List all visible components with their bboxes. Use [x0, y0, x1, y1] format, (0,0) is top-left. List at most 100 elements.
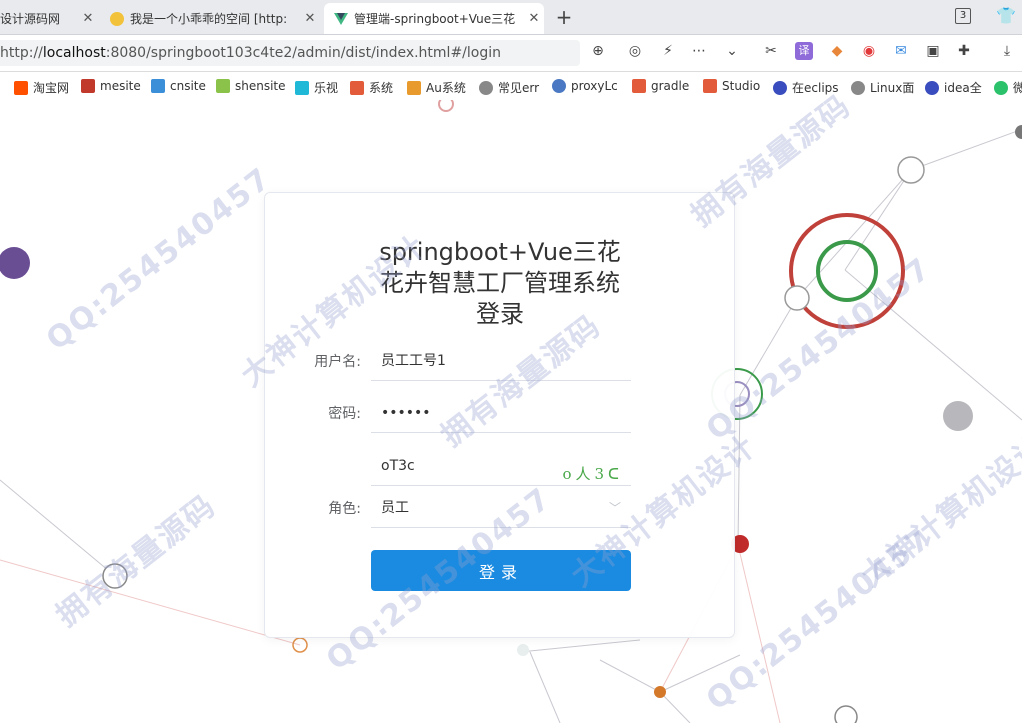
- bookmarks-bar: 淘宝网 mesite cnsite shensite 乐视 系统 Au系统 常见…: [0, 72, 1022, 101]
- node: [654, 686, 666, 698]
- node-ring-red: [789, 213, 905, 329]
- screenshot-icon[interactable]: ▣: [924, 42, 942, 60]
- bookmark-letv[interactable]: 乐视: [295, 79, 338, 96]
- bookmark-linux[interactable]: Linux面: [851, 79, 914, 96]
- zoom-icon[interactable]: ⊕: [589, 42, 607, 60]
- au-system-icon: [407, 80, 421, 95]
- tab-title: 设计源码网: [0, 12, 61, 26]
- bolt-icon[interactable]: ⚡: [659, 42, 677, 60]
- bookmark-idea[interactable]: idea全: [925, 79, 982, 96]
- bookmark-label: 系统: [369, 81, 394, 95]
- role-row: 角色: 员工 ﹀: [265, 488, 736, 528]
- more-icon[interactable]: ⋯: [690, 42, 708, 60]
- title-line: springboot+Vue三花: [379, 238, 621, 266]
- node: [897, 156, 925, 184]
- baidu-paw-icon: [925, 80, 939, 95]
- captcha-input[interactable]: oT3c o人3ᑕ: [371, 446, 631, 486]
- bookmark-label: gradle: [651, 79, 690, 93]
- title-line: 花卉智慧工厂管理系统: [380, 269, 620, 297]
- login-button[interactable]: 登录: [371, 550, 631, 591]
- bookmark-label: mesite: [100, 79, 141, 93]
- bookmark-label: 淘宝网: [33, 81, 70, 95]
- bookmark-label: idea全: [944, 81, 982, 95]
- shensite-icon: [216, 79, 230, 93]
- title-line: 登录: [476, 300, 524, 328]
- node: [517, 644, 529, 656]
- url-input[interactable]: http://localhost:8080/springboot103c4te2…: [0, 40, 580, 66]
- bookmark-shensite[interactable]: shensite: [216, 79, 286, 93]
- close-tab-icon[interactable]: ✕: [78, 11, 98, 26]
- node: [784, 285, 810, 311]
- mesite-icon: [81, 79, 95, 93]
- game-icon[interactable]: ◆: [828, 42, 846, 60]
- captcha-image-text: o人3ᑕ: [562, 465, 623, 483]
- bookmark-wechat[interactable]: 微: [994, 79, 1022, 96]
- bookmark-au-system[interactable]: Au系统: [407, 79, 466, 96]
- chevron-down-icon[interactable]: ⌄: [723, 42, 741, 60]
- weibo-icon[interactable]: ◉: [860, 42, 878, 60]
- node: [943, 401, 973, 431]
- url-path: :8080/springboot103c4te2/admin/dist/inde…: [105, 45, 501, 61]
- proxy-icon: [552, 79, 566, 93]
- role-select[interactable]: 员工 ﹀: [371, 488, 631, 528]
- bookmark-label: cnsite: [170, 79, 206, 93]
- tab-design-source[interactable]: 设计源码网 ✕: [0, 3, 98, 34]
- tab-title: 管理端-springboot+Vue三花: [354, 12, 516, 26]
- extension-icon[interactable]: ✚: [955, 42, 973, 60]
- bookmark-eclipse[interactable]: 在eclips: [773, 79, 839, 96]
- username-input[interactable]: 员工工号1: [371, 341, 631, 381]
- star-favicon-icon: [110, 11, 124, 26]
- globe-icon: [479, 80, 493, 95]
- password-row: 密码: ••••••: [265, 393, 736, 433]
- bookmark-label: Linux面: [870, 81, 915, 95]
- mail-icon[interactable]: ✉: [892, 42, 910, 60]
- page-content: springboot+Vue三花 花卉智慧工厂管理系统 登录 用户名: 员工工号…: [0, 100, 1022, 723]
- url-prefix: http://: [0, 45, 43, 61]
- login-card: springboot+Vue三花 花卉智慧工厂管理系统 登录 用户名: 员工工号…: [264, 192, 735, 638]
- tab-count-icon[interactable]: 3: [955, 8, 971, 24]
- taobao-icon: [14, 80, 28, 95]
- node: [438, 100, 454, 112]
- globe-icon: [851, 80, 865, 95]
- bookmark-proxy[interactable]: proxyLc: [552, 79, 618, 93]
- bookmark-common-errors[interactable]: 常见err: [479, 79, 539, 96]
- bookmark-cnsite[interactable]: cnsite: [151, 79, 206, 93]
- tab-qzone[interactable]: 我是一个小乖乖的空间 [http: ✕: [100, 3, 320, 34]
- username-row: 用户名: 员工工号1: [265, 341, 736, 381]
- bookmark-label: proxyLc: [571, 79, 618, 93]
- password-input[interactable]: ••••••: [371, 393, 631, 433]
- download-icon[interactable]: ⤓: [998, 42, 1016, 60]
- bookmark-system[interactable]: 系统: [350, 79, 393, 96]
- bookmark-taobao[interactable]: 淘宝网: [14, 79, 69, 96]
- translate-icon[interactable]: 译: [795, 42, 813, 60]
- role-value: 员工: [381, 500, 409, 516]
- compass-icon[interactable]: ◎: [626, 42, 644, 60]
- bookmark-label: shensite: [235, 79, 286, 93]
- bookmark-label: Au系统: [426, 81, 466, 95]
- wechat-icon: [994, 80, 1008, 95]
- captcha-value: oT3c: [381, 458, 415, 474]
- studio-icon: [703, 79, 717, 93]
- skin-icon[interactable]: 👕: [996, 6, 1016, 25]
- browser-tab-bar: 设计源码网 ✕ 我是一个小乖乖的空间 [http: ✕ 管理端-springbo…: [0, 0, 1022, 35]
- tab-admin-login[interactable]: 管理端-springboot+Vue三花 ✕: [324, 3, 544, 34]
- username-label: 用户名:: [314, 354, 361, 370]
- node-ring-green: [816, 240, 878, 302]
- chevron-down-icon: ﹀: [608, 501, 621, 515]
- gradle-icon: [632, 79, 646, 93]
- scissors-icon[interactable]: ✂: [762, 42, 780, 60]
- vue-favicon-icon: [334, 12, 348, 25]
- close-tab-icon[interactable]: ✕: [524, 11, 544, 26]
- bookmark-label: 在eclips: [792, 81, 839, 95]
- close-tab-icon[interactable]: ✕: [300, 11, 320, 26]
- tab-title: 我是一个小乖乖的空间 [http:: [130, 12, 288, 26]
- login-title: springboot+Vue三花 花卉智慧工厂管理系统 登录: [360, 237, 640, 330]
- bookmark-mesite[interactable]: mesite: [81, 79, 141, 93]
- bookmark-gradle[interactable]: gradle: [632, 79, 689, 93]
- new-tab-button[interactable]: +: [552, 5, 576, 29]
- password-label: 密码:: [328, 406, 361, 422]
- bookmark-studio[interactable]: Studio: [703, 79, 760, 93]
- node: [102, 563, 128, 589]
- letv-icon: [295, 80, 309, 95]
- node: [834, 705, 858, 723]
